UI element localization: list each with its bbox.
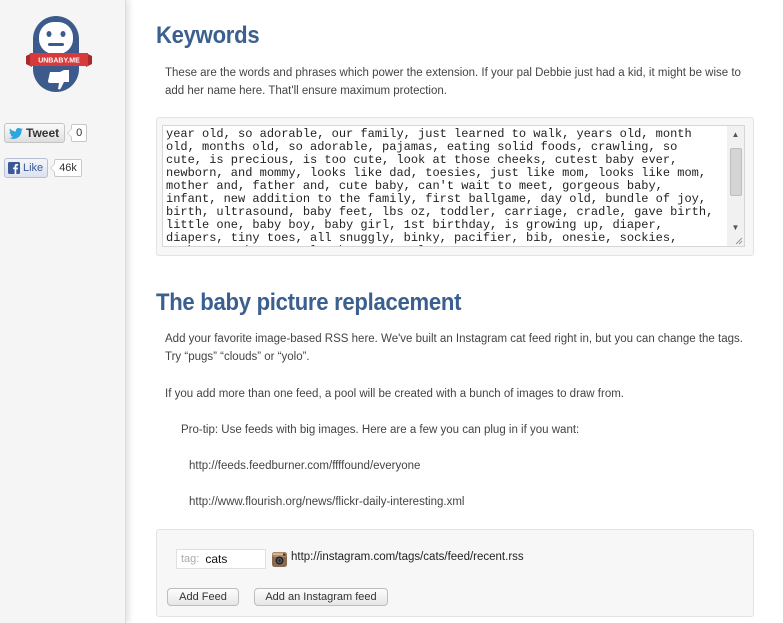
scroll-up-arrow-icon[interactable]: ▲ <box>727 126 744 143</box>
like-label: Like <box>23 162 44 174</box>
like-row: Like 46k <box>4 158 82 178</box>
keywords-text[interactable]: year old, so adorable, our family, just … <box>166 128 718 247</box>
add-feed-button[interactable]: Add Feed <box>167 588 239 606</box>
example-feed-url-2: http://www.flourish.org/news/flickr-dail… <box>189 496 465 508</box>
instagram-icon <box>272 552 287 567</box>
tag-input[interactable]: tag: cats <box>176 549 266 569</box>
facebook-like-button[interactable]: Like <box>4 158 49 178</box>
keywords-scrollbar[interactable]: ▲ ▼ <box>727 126 744 246</box>
pool-description: If you add more than one feed, a pool wi… <box>165 388 624 400</box>
tweet-button[interactable]: Tweet <box>4 123 66 143</box>
tweet-count: 0 <box>67 124 88 142</box>
scrollbar-thumb[interactable] <box>730 148 742 196</box>
replacement-heading: The baby picture replacement <box>156 289 462 316</box>
sidebar: UNBABY.ME Tweet 0 Like 46k <box>0 0 126 623</box>
tweet-row: Tweet 0 <box>4 123 88 143</box>
facebook-icon <box>8 162 20 174</box>
protip-text: Pro-tip: Use feeds with big images. Here… <box>181 424 580 436</box>
keywords-description: These are the words and phrases which po… <box>165 67 741 97</box>
tag-label: tag: <box>181 553 200 565</box>
instagram-feed-url: http://instagram.com/tags/cats/feed/rece… <box>291 551 524 563</box>
tag-value[interactable]: cats <box>205 552 227 566</box>
resize-grip-icon[interactable] <box>735 237 743 245</box>
keywords-heading: Keywords <box>156 22 260 49</box>
add-instagram-feed-button[interactable]: Add an Instagram feed <box>254 588 388 606</box>
example-feed-url-1: http://feeds.feedburner.com/ffffound/eve… <box>189 460 421 472</box>
replacement-description: Add your favorite image-based RSS here. … <box>165 333 743 363</box>
keywords-textarea[interactable]: year old, so adorable, our family, just … <box>162 125 745 247</box>
feed-panel: tag: cats http://instagram.com/tags/cats… <box>156 529 754 617</box>
unbaby-logo: UNBABY.ME <box>26 16 92 92</box>
twitter-bird-icon <box>9 127 23 139</box>
logo-text: UNBABY.ME <box>38 58 80 65</box>
like-count: 46k <box>50 159 82 177</box>
tweet-label: Tweet <box>26 126 60 140</box>
scroll-down-arrow-icon[interactable]: ▼ <box>727 219 744 236</box>
keywords-panel: year old, so adorable, our family, just … <box>156 117 754 256</box>
